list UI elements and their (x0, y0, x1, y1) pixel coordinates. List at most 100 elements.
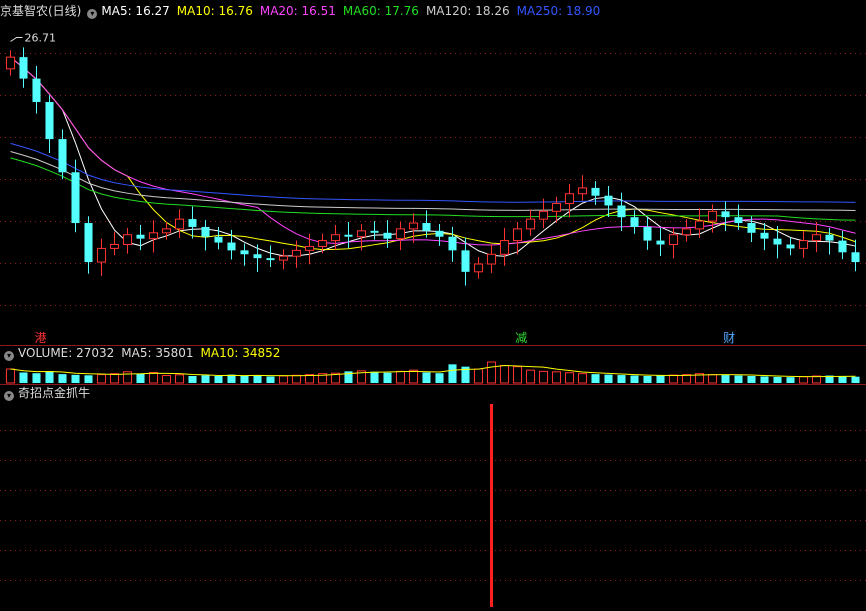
volume-bar (668, 374, 679, 384)
volume-bar (551, 371, 562, 384)
moving-average-lines (10, 56, 856, 257)
signal-bar (490, 404, 493, 607)
volume-bar (630, 375, 639, 383)
candle-body (148, 232, 159, 240)
ma-legend-2: MA20: 16.51 (259, 4, 336, 18)
settings-circle-icon[interactable]: ▾ (4, 391, 14, 401)
settings-circle-icon[interactable]: ▾ (4, 351, 14, 361)
chart-canvas: 26.71 港 减 财 (0, 32, 866, 607)
candle-body (786, 244, 795, 249)
candle-body (721, 211, 730, 218)
candle-body (499, 240, 510, 255)
candle-body (461, 250, 470, 272)
indicator-title: 奇招点金抓牛 (18, 386, 91, 400)
candle-body (188, 219, 197, 227)
candle-body (174, 218, 185, 230)
ma-legend-5: MA250: 18.90 (516, 4, 601, 18)
candle-body (344, 234, 353, 237)
candle-body (473, 263, 484, 273)
volume-bar (148, 372, 159, 384)
candle-body (408, 222, 419, 230)
volume-bar (136, 373, 145, 383)
settings-circle-icon[interactable]: ▾ (87, 9, 98, 19)
candle-body (656, 240, 665, 245)
candle-body (214, 236, 223, 243)
volume-legend-1: MA5: 35801 (121, 346, 194, 360)
ma-legend-items: MA5: 16.27 MA10: 16.76 MA20: 16.51 MA60: 17… (101, 4, 607, 18)
candle-body (240, 250, 249, 255)
candle-body (291, 249, 302, 257)
volume-bar (214, 376, 223, 383)
candle-body (109, 243, 120, 249)
volume-bar (643, 376, 652, 383)
volume-bar (84, 375, 93, 383)
volume-bar (188, 376, 197, 383)
candle-body (760, 232, 769, 239)
candle-body (266, 258, 275, 261)
high-price-label: 26.71 (25, 32, 57, 45)
candle-body (773, 238, 782, 245)
volume-bar (786, 377, 795, 383)
candle-body (591, 187, 600, 196)
candle-body (201, 226, 210, 237)
volume-bar (435, 373, 444, 383)
volume-legend: ▾ VOLUME: 27032 MA5: 35801 MA10: 34852 (0, 344, 287, 362)
volume-bar (109, 373, 120, 384)
volume-bar (370, 371, 379, 383)
event-marker-1: 减 (515, 331, 527, 345)
volume-bar (291, 374, 302, 384)
candle-body (435, 230, 444, 237)
ma-line-5 (10, 56, 856, 257)
ma-line-250 (10, 142, 856, 203)
volume-legend-0: VOLUME: 27032 (18, 346, 115, 360)
volume-bar (96, 374, 107, 384)
candle-body (304, 245, 315, 251)
volume-bar (32, 373, 41, 383)
volume-bar (851, 376, 860, 383)
volume-bar (161, 375, 172, 384)
event-marker-2: 财 (723, 331, 735, 345)
ma-legend-3: MA60: 17.76 (342, 4, 419, 18)
volume-bar (707, 374, 718, 384)
volume-bar (617, 375, 626, 383)
high-marker-pointer (10, 37, 23, 42)
candle-body (32, 78, 41, 103)
volume-bar (486, 361, 497, 384)
volume-bar (604, 374, 613, 383)
candle-body (604, 195, 613, 206)
volume-bars (5, 361, 860, 384)
candle-body (317, 240, 328, 247)
candle-body (486, 253, 497, 265)
price-legend: 京基智农(日线) ▾ MA5: 16.27 MA10: 16.76 MA20: 16.5… (0, 2, 607, 20)
candle-body (136, 234, 145, 239)
signal-bars (490, 404, 493, 607)
candlesticks: 26.71 港 减 财 (5, 32, 860, 345)
volume-bar (747, 376, 756, 383)
candle-body (851, 252, 860, 263)
candle-body (694, 220, 705, 230)
indicator-legend: ▾ 奇招点金抓牛 (0, 384, 97, 402)
candle-body (253, 254, 262, 259)
volume-bar (499, 365, 510, 384)
volume-bar (838, 376, 847, 383)
candle-body (96, 247, 107, 263)
candle-body (395, 228, 406, 240)
candle-body (330, 234, 341, 242)
candle-body (370, 230, 379, 233)
candle-body (227, 242, 236, 251)
candle-body (825, 234, 834, 241)
volume-bar (577, 373, 588, 384)
candle-body (617, 205, 626, 218)
candle-body (747, 223, 756, 233)
candle-body (577, 187, 588, 195)
candle-body (122, 234, 133, 245)
candle-body (707, 210, 718, 222)
volume-bar (408, 369, 419, 384)
candle-body (71, 172, 80, 224)
volume-legend-items: VOLUME: 27032 MA5: 35801 MA10: 34852 (18, 346, 287, 360)
volume-bar (591, 374, 600, 383)
candle-body (811, 234, 822, 242)
candle-body (422, 223, 431, 231)
volume-bar (58, 374, 67, 383)
volume-bar (512, 366, 523, 384)
